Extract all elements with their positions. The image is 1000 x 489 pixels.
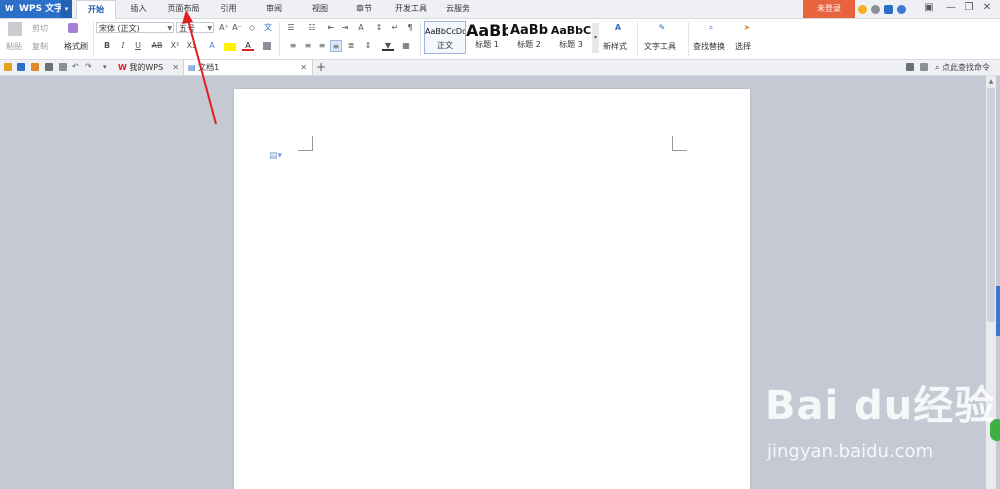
- arrow-head: [182, 10, 193, 24]
- annotation-arrow: [182, 10, 217, 125]
- arrow-shaft: [187, 19, 217, 125]
